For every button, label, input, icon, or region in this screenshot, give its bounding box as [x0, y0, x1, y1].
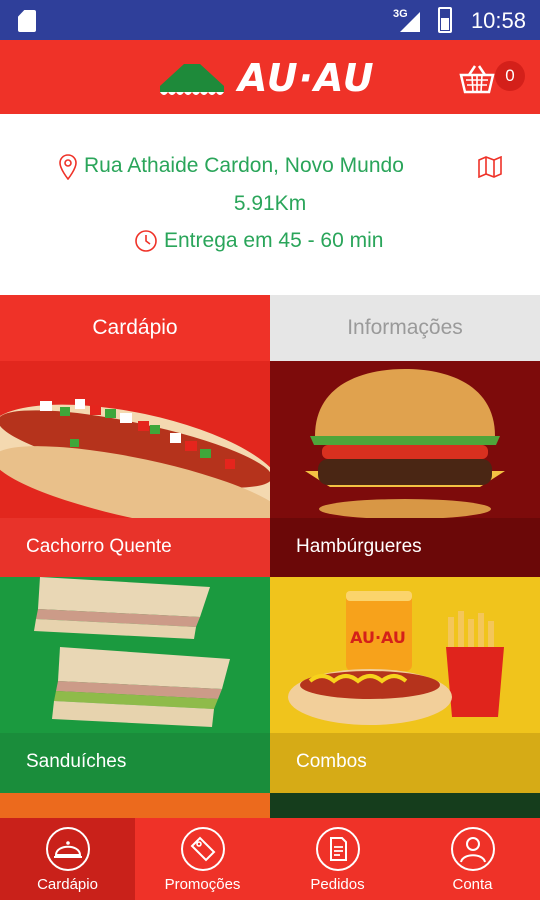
clock-icon: [135, 230, 157, 252]
tab-cardapio[interactable]: Cardápio: [0, 295, 270, 361]
document-icon: [316, 827, 360, 871]
nav-label: Cardápio: [37, 876, 98, 893]
nav-label: Conta: [452, 876, 493, 893]
category-tile-cachorro-quente[interactable]: Cachorro Quente: [0, 361, 270, 577]
awning-icon: [160, 64, 224, 95]
nav-label: Pedidos: [310, 876, 365, 893]
brand-logo[interactable]: AU·AU: [160, 56, 374, 100]
user-icon: [451, 827, 495, 871]
store-address: Rua Athaide Cardon, Novo Mundo: [84, 154, 404, 177]
combo-image: AU·AU: [288, 591, 504, 725]
tag-icon: [181, 827, 225, 871]
cart-button[interactable]: 0: [458, 58, 528, 98]
nav-cardapio[interactable]: Cardápio: [0, 818, 135, 900]
basket-icon: [459, 65, 495, 94]
tab-bar: Cardápio Informações: [0, 295, 540, 361]
status-bar: 3G 10:58: [0, 0, 540, 40]
nav-pedidos[interactable]: Pedidos: [270, 818, 405, 900]
nav-label: Promoções: [164, 876, 241, 893]
tab-informacoes[interactable]: Informações: [270, 295, 540, 361]
combo-cup-logo: AU·AU: [350, 628, 406, 647]
category-label: Cachorro Quente: [26, 536, 172, 557]
category-label: Hambúrgueres: [296, 536, 422, 557]
category-tile-hamburgueres[interactable]: Hambúrgueres: [270, 361, 540, 577]
brand-name: AU·AU: [238, 56, 375, 100]
location-pin-icon: [59, 154, 77, 180]
nav-promocoes[interactable]: Promoções: [135, 818, 270, 900]
battery-icon: [438, 7, 452, 33]
category-label: Sanduíches: [26, 751, 127, 772]
hot-dog-image: [0, 399, 270, 521]
clock: 10:58: [470, 8, 526, 33]
store-info: Rua Athaide Cardon, Novo Mundo 5.91Km En…: [0, 114, 540, 295]
signal-icon: [400, 12, 420, 32]
category-tile-sanduiches[interactable]: Sanduíches: [0, 577, 270, 793]
burger-image: [305, 369, 505, 519]
store-distance: 5.91Km: [233, 192, 307, 215]
app-header: AU·AU 0: [0, 40, 540, 114]
bottom-navigation: Cardápio Promoções Pedidos Conta: [0, 818, 540, 900]
cloche-icon: [46, 827, 90, 871]
category-tile-combos[interactable]: AU·AU Combos: [270, 577, 540, 793]
sd-card-icon: [18, 10, 36, 32]
map-icon[interactable]: [478, 156, 502, 178]
delivery-time: Entrega em 45 - 60 min: [164, 229, 384, 252]
nav-conta[interactable]: Conta: [405, 818, 540, 900]
cart-count-badge: 0: [495, 61, 525, 91]
category-label: Combos: [296, 751, 367, 772]
sandwich-image: [34, 577, 230, 727]
